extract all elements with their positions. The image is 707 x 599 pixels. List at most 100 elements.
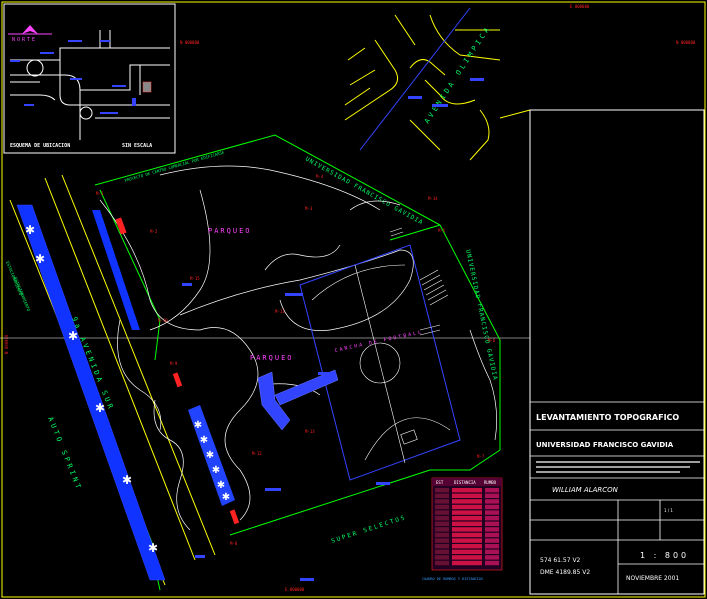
svg-text:✱: ✱ xyxy=(122,473,132,487)
table-row-cell xyxy=(485,499,499,504)
svg-text:✱: ✱ xyxy=(194,420,202,431)
table-row xyxy=(452,521,482,526)
scale-note: SIN ESCALA xyxy=(122,143,152,149)
marker-red-3 xyxy=(229,509,240,525)
table-row xyxy=(452,510,482,515)
table-row xyxy=(452,538,482,543)
table-row-station xyxy=(435,549,449,554)
scale-value: 1 : 800 xyxy=(640,551,689,560)
table-header-rumbo: RUMBO xyxy=(484,480,497,485)
table-row xyxy=(452,560,482,566)
table-row-station xyxy=(435,499,449,504)
soccer-field xyxy=(299,244,461,481)
table-row-cell xyxy=(485,516,499,521)
table-row-cell xyxy=(485,527,499,532)
street-super-selectos: SUPER SELECTOS xyxy=(330,514,407,545)
table-row xyxy=(452,499,482,504)
grid-mark-n-right: N 000000 xyxy=(676,40,696,45)
street-auto-sprint: AUTO SPRINT xyxy=(46,416,83,493)
project-title: LEVANTAMIENTO TOPOGRAFICO xyxy=(536,413,679,422)
grid-mark-n-mid: N 000000 xyxy=(4,334,9,354)
marker-red-2 xyxy=(172,372,183,388)
svg-text:✱: ✱ xyxy=(25,223,35,237)
svg-text:✱: ✱ xyxy=(148,541,158,555)
svg-text:M-7: M-7 xyxy=(477,454,485,459)
owner-name: UNIVERSIDAD FRANCISCO GAVIDIA xyxy=(536,441,674,449)
svg-text:✱: ✱ xyxy=(200,435,208,446)
table-row-cell xyxy=(485,521,499,526)
label-parqueo-1: PARQUEO xyxy=(208,227,252,235)
svg-text:M-2: M-2 xyxy=(150,229,158,234)
plaza-shapes: ✱ ✱ ✱ ✱ ✱ ✱ xyxy=(188,369,339,506)
location-map-site xyxy=(142,81,152,93)
street-estacionamiento: ESTACIONAMIENTO xyxy=(13,277,31,313)
table-row-cell xyxy=(485,493,499,498)
table-row xyxy=(452,555,482,560)
title-block: LEVANTAMIENTO TOPOGRAFICO UNIVERSIDAD FR… xyxy=(529,109,705,595)
svg-text:M-12: M-12 xyxy=(252,451,262,456)
street-proyecto: PROYECTO DE CENTRO COMERCIAL POR EDIFICA… xyxy=(124,149,225,183)
table-row xyxy=(452,544,482,549)
contour-lines xyxy=(99,165,497,531)
surveyor-name: WILLIAM ALARCON xyxy=(552,486,619,494)
table-row-cell xyxy=(485,555,499,560)
table-row-station xyxy=(435,493,449,498)
street-universidad-top: UNIVERSIDAD FRANCISCO GAVIDIA xyxy=(304,156,424,227)
svg-text:M-1: M-1 xyxy=(96,191,104,196)
table-row-cell xyxy=(485,510,499,515)
table-row xyxy=(452,532,482,538)
svg-text:✱: ✱ xyxy=(95,401,105,415)
table-row xyxy=(452,504,482,510)
table-row-cell xyxy=(485,544,499,549)
svg-text:M-5: M-5 xyxy=(438,228,446,233)
table-row xyxy=(452,493,482,498)
table-row-cell xyxy=(485,560,499,566)
table-footer: CUADRO DE RUMBOS Y DISTANCIAS xyxy=(422,577,483,581)
table-row-station xyxy=(435,504,449,510)
table-row-cell xyxy=(485,504,499,510)
table-row-station xyxy=(435,560,449,566)
table-row-station xyxy=(435,527,449,532)
svg-text:✱: ✱ xyxy=(212,465,220,476)
svg-text:M-3: M-3 xyxy=(305,206,313,211)
table-row-cell xyxy=(485,549,499,554)
table-row xyxy=(452,488,482,493)
coordinates-table: EST DISTANCIA RUMBO CUADRO DE RUMBOS Y D… xyxy=(422,477,503,581)
table-row-cell xyxy=(485,488,499,493)
sheet-number: 1 / 1 xyxy=(664,508,673,513)
table-header-est: EST xyxy=(436,480,444,485)
table-row-station xyxy=(435,521,449,526)
schema-label: ESQUEMA DE UBICACION xyxy=(10,143,70,149)
north-label: NORTE xyxy=(12,37,37,43)
street-avenida-olimpica: AVENIDA OLIMPICA xyxy=(423,24,493,125)
grid-mark-n-left: N 000000 xyxy=(180,40,200,45)
svg-text:✱: ✱ xyxy=(206,450,214,461)
svg-text:M-15: M-15 xyxy=(190,276,200,281)
label-cancha: CANCHA DE FOOTBALL xyxy=(334,329,423,354)
table-row-station xyxy=(435,516,449,521)
table-row-cell xyxy=(485,538,499,543)
table-row-station xyxy=(435,538,449,543)
table-row-cell xyxy=(485,532,499,538)
drawing-date: NOVIEMBRE 2001 xyxy=(626,575,679,582)
svg-text:✱: ✱ xyxy=(217,480,225,491)
table-row-station xyxy=(435,510,449,515)
cad-drawing: NORTE ESQUEMA DE UBICACION SIN ESCALA E … xyxy=(0,1,706,598)
grid-mark-e-top: E 000000 xyxy=(570,4,590,9)
svg-text:M-6: M-6 xyxy=(488,338,496,343)
svg-text:✱: ✱ xyxy=(35,252,45,266)
svg-text:✱: ✱ xyxy=(222,492,230,503)
north-arrow-icon xyxy=(22,25,38,34)
area-2: DME 4189.85 V2 xyxy=(540,569,590,576)
svg-text:M-8: M-8 xyxy=(230,541,238,546)
svg-text:M-14: M-14 xyxy=(428,196,438,201)
svg-text:M-13: M-13 xyxy=(305,429,315,434)
table-row xyxy=(452,516,482,521)
area-1: 574 61.57 V2 xyxy=(540,557,581,564)
grid-mark-e-bottom: E 000000 xyxy=(285,587,305,592)
table-row xyxy=(452,527,482,532)
table-row-station xyxy=(435,488,449,493)
label-parqueo-2: PARQUEO xyxy=(250,354,294,362)
table-row-station xyxy=(435,544,449,549)
table-row xyxy=(452,549,482,554)
